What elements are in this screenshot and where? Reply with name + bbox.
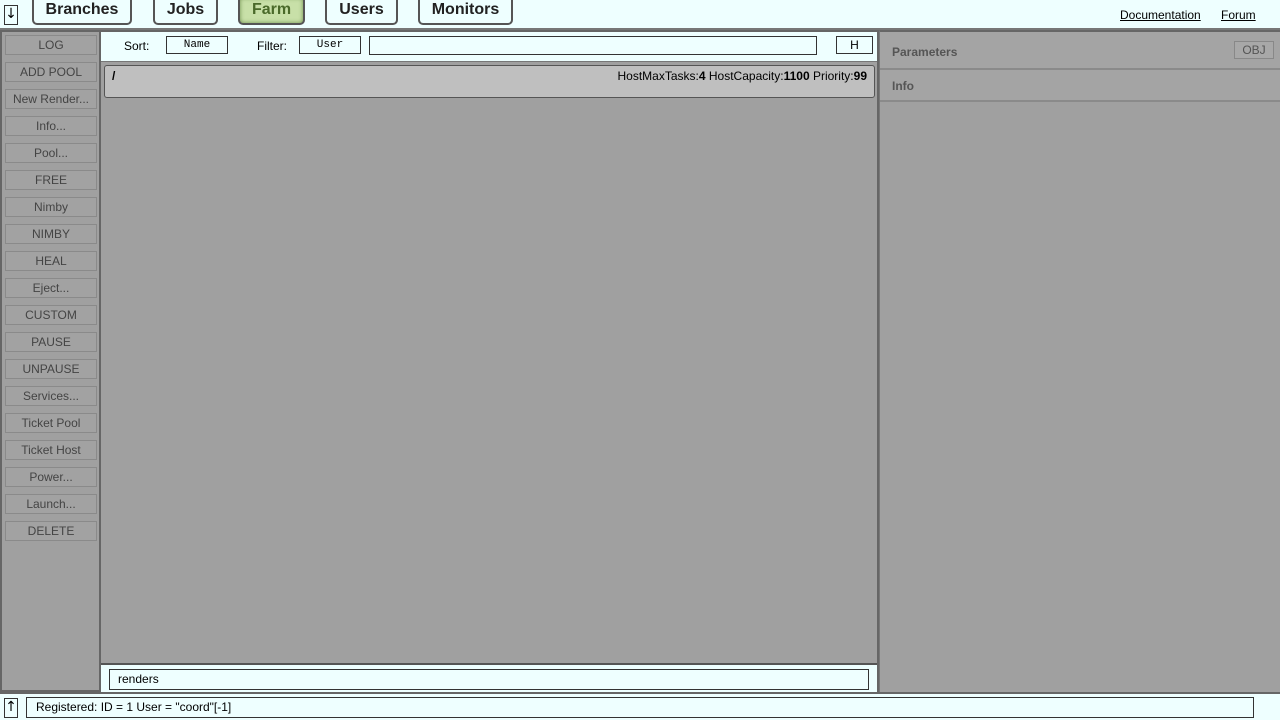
filter-label: Filter: bbox=[257, 39, 287, 53]
top-navigation-bar: ↓ Branches Jobs Farm Users Monitors Docu… bbox=[0, 0, 1280, 30]
parameters-section[interactable]: Parameters OBJ bbox=[880, 32, 1280, 70]
details-panel: Parameters OBJ Info bbox=[879, 30, 1280, 692]
unpause-button[interactable]: UNPAUSE bbox=[5, 359, 97, 379]
power-button[interactable]: Power... bbox=[5, 467, 97, 487]
pool-name: / bbox=[112, 69, 116, 83]
priority-value: 99 bbox=[853, 69, 867, 83]
documentation-link[interactable]: Documentation bbox=[1120, 8, 1201, 22]
heal-button[interactable]: HEAL bbox=[5, 251, 97, 271]
add-pool-button[interactable]: ADD POOL bbox=[5, 62, 97, 82]
actions-sidebar: LOG ADD POOL New Render... Info... Pool.… bbox=[0, 30, 101, 692]
priority-label: Priority: bbox=[812, 69, 854, 83]
collapse-top-arrow-icon[interactable]: ↓ bbox=[4, 5, 18, 25]
launch-button[interactable]: Launch... bbox=[5, 494, 97, 514]
free-button[interactable]: FREE bbox=[5, 170, 97, 190]
tab-jobs[interactable]: Jobs bbox=[153, 0, 218, 25]
filter-input[interactable] bbox=[369, 36, 817, 55]
info-button[interactable]: Info... bbox=[5, 116, 97, 136]
eject-button[interactable]: Eject... bbox=[5, 278, 97, 298]
list-controls-bar: Sort: Name Filter: User H bbox=[101, 32, 877, 62]
pause-button[interactable]: PAUSE bbox=[5, 332, 97, 352]
status-message: Registered: ID = 1 User = "coord"[-1] bbox=[26, 697, 1254, 718]
tab-branches[interactable]: Branches bbox=[32, 0, 132, 25]
log-button[interactable]: LOG bbox=[5, 35, 97, 55]
farm-list-panel: Sort: Name Filter: User H / HostMaxTasks… bbox=[101, 30, 879, 692]
custom-button[interactable]: CUSTOM bbox=[5, 305, 97, 325]
new-render-button[interactable]: New Render... bbox=[5, 89, 97, 109]
expand-status-arrow-icon[interactable]: ↑ bbox=[4, 698, 18, 718]
info-section[interactable]: Info bbox=[880, 70, 1280, 102]
pool-path-field[interactable]: renders bbox=[109, 669, 869, 690]
tab-monitors[interactable]: Monitors bbox=[418, 0, 513, 25]
info-title: Info bbox=[892, 79, 914, 93]
filter-field[interactable]: User bbox=[299, 36, 361, 54]
nimby-upper-button[interactable]: NIMBY bbox=[5, 224, 97, 244]
nimby-button[interactable]: Nimby bbox=[5, 197, 97, 217]
host-capacity-label: HostCapacity: bbox=[708, 69, 784, 83]
host-max-tasks-label: HostMaxTasks: bbox=[617, 69, 699, 83]
hide-toggle-button[interactable]: H bbox=[836, 36, 873, 54]
obj-button[interactable]: OBJ bbox=[1234, 41, 1274, 59]
services-button[interactable]: Services... bbox=[5, 386, 97, 406]
tab-users[interactable]: Users bbox=[325, 0, 398, 25]
tab-farm[interactable]: Farm bbox=[238, 0, 305, 25]
pool-button[interactable]: Pool... bbox=[5, 143, 97, 163]
list-footer-bar: renders bbox=[101, 663, 877, 692]
pool-row[interactable]: / HostMaxTasks:4 HostCapacity:1100 Prior… bbox=[104, 65, 875, 98]
status-bar: ↑ Registered: ID = 1 User = "coord"[-1] bbox=[0, 692, 1280, 720]
sort-field[interactable]: Name bbox=[166, 36, 228, 54]
sort-label: Sort: bbox=[124, 39, 150, 53]
ticket-pool-button[interactable]: Ticket Pool bbox=[5, 413, 97, 433]
host-max-tasks-value: 4 bbox=[698, 69, 706, 83]
forum-link[interactable]: Forum bbox=[1221, 8, 1256, 22]
parameters-title: Parameters bbox=[892, 45, 958, 59]
host-capacity-value: 1100 bbox=[783, 69, 810, 83]
pool-stats: HostMaxTasks:4 HostCapacity:1100 Priorit… bbox=[617, 69, 867, 83]
ticket-host-button[interactable]: Ticket Host bbox=[5, 440, 97, 460]
delete-button[interactable]: DELETE bbox=[5, 521, 97, 541]
